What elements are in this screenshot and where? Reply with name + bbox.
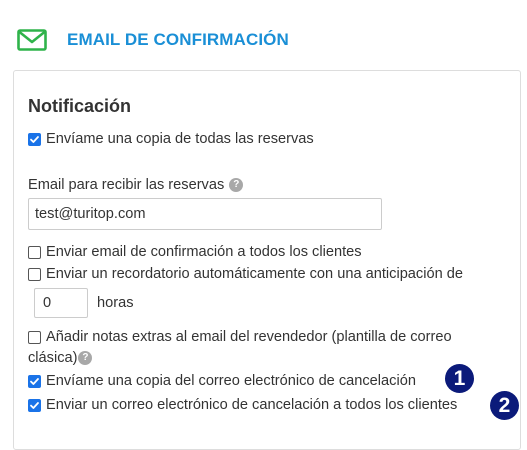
auto-reminder-option[interactable]: Enviar un recordatorio automáticamente c…: [28, 266, 463, 282]
notification-panel: [13, 70, 521, 450]
send-copy-all-bookings-label: Envíame una copia de todas las reservas: [46, 131, 314, 147]
email-field[interactable]: [28, 198, 382, 230]
help-icon[interactable]: ?: [78, 351, 93, 365]
send-cancellation-all-clients-option[interactable]: Enviar un correo electrónico de cancelac…: [28, 397, 457, 413]
send-copy-all-bookings-option[interactable]: Envíame una copia de todas las reservas: [28, 131, 314, 147]
step-badge-1: 1: [445, 364, 474, 393]
send-confirmation-all-clients-label: Enviar email de confirmación a todos los…: [46, 244, 362, 260]
send-cancellation-all-clients-label: Enviar un correo electrónico de cancelac…: [46, 397, 458, 413]
step-badge-2: 2: [490, 391, 519, 420]
email-field-label-text: Email para recibir las reservas: [28, 177, 225, 193]
send-copy-cancellation-label: Envíame una copia del correo electrónico…: [46, 373, 416, 389]
send-cancellation-all-clients-checkbox[interactable]: [28, 398, 41, 412]
email-field-label: Email para recibir las reservas ?: [28, 177, 244, 193]
send-copy-all-bookings-checkbox[interactable]: [28, 132, 41, 146]
reseller-notes-label-line1: Añadir notas extras al email del revende…: [46, 329, 452, 345]
help-icon[interactable]: ?: [229, 178, 244, 192]
hours-label: horas: [97, 295, 134, 311]
send-copy-cancellation-option[interactable]: Envíame una copia del correo electrónico…: [28, 373, 416, 389]
page-title: EMAIL DE CONFIRMACIÓN: [67, 30, 289, 49]
envelope-icon: [17, 29, 47, 51]
reseller-notes-option[interactable]: Añadir notas extras al email del revende…: [28, 329, 452, 345]
reseller-notes-label-line2-row: clásica) ?: [28, 350, 93, 366]
section-title: Notificación: [28, 96, 132, 116]
auto-reminder-label: Enviar un recordatorio automáticamente c…: [46, 266, 463, 282]
reminder-hours-input[interactable]: [34, 288, 88, 318]
reseller-notes-label-line2: clásica): [28, 350, 78, 366]
send-copy-cancellation-checkbox[interactable]: [28, 374, 41, 388]
reseller-notes-checkbox[interactable]: [28, 330, 41, 344]
send-confirmation-all-clients-checkbox[interactable]: [28, 245, 41, 259]
send-confirmation-all-clients-option[interactable]: Enviar email de confirmación a todos los…: [28, 244, 362, 260]
auto-reminder-checkbox[interactable]: [28, 267, 41, 281]
section-header: EMAIL DE CONFIRMACIÓN: [17, 26, 289, 54]
